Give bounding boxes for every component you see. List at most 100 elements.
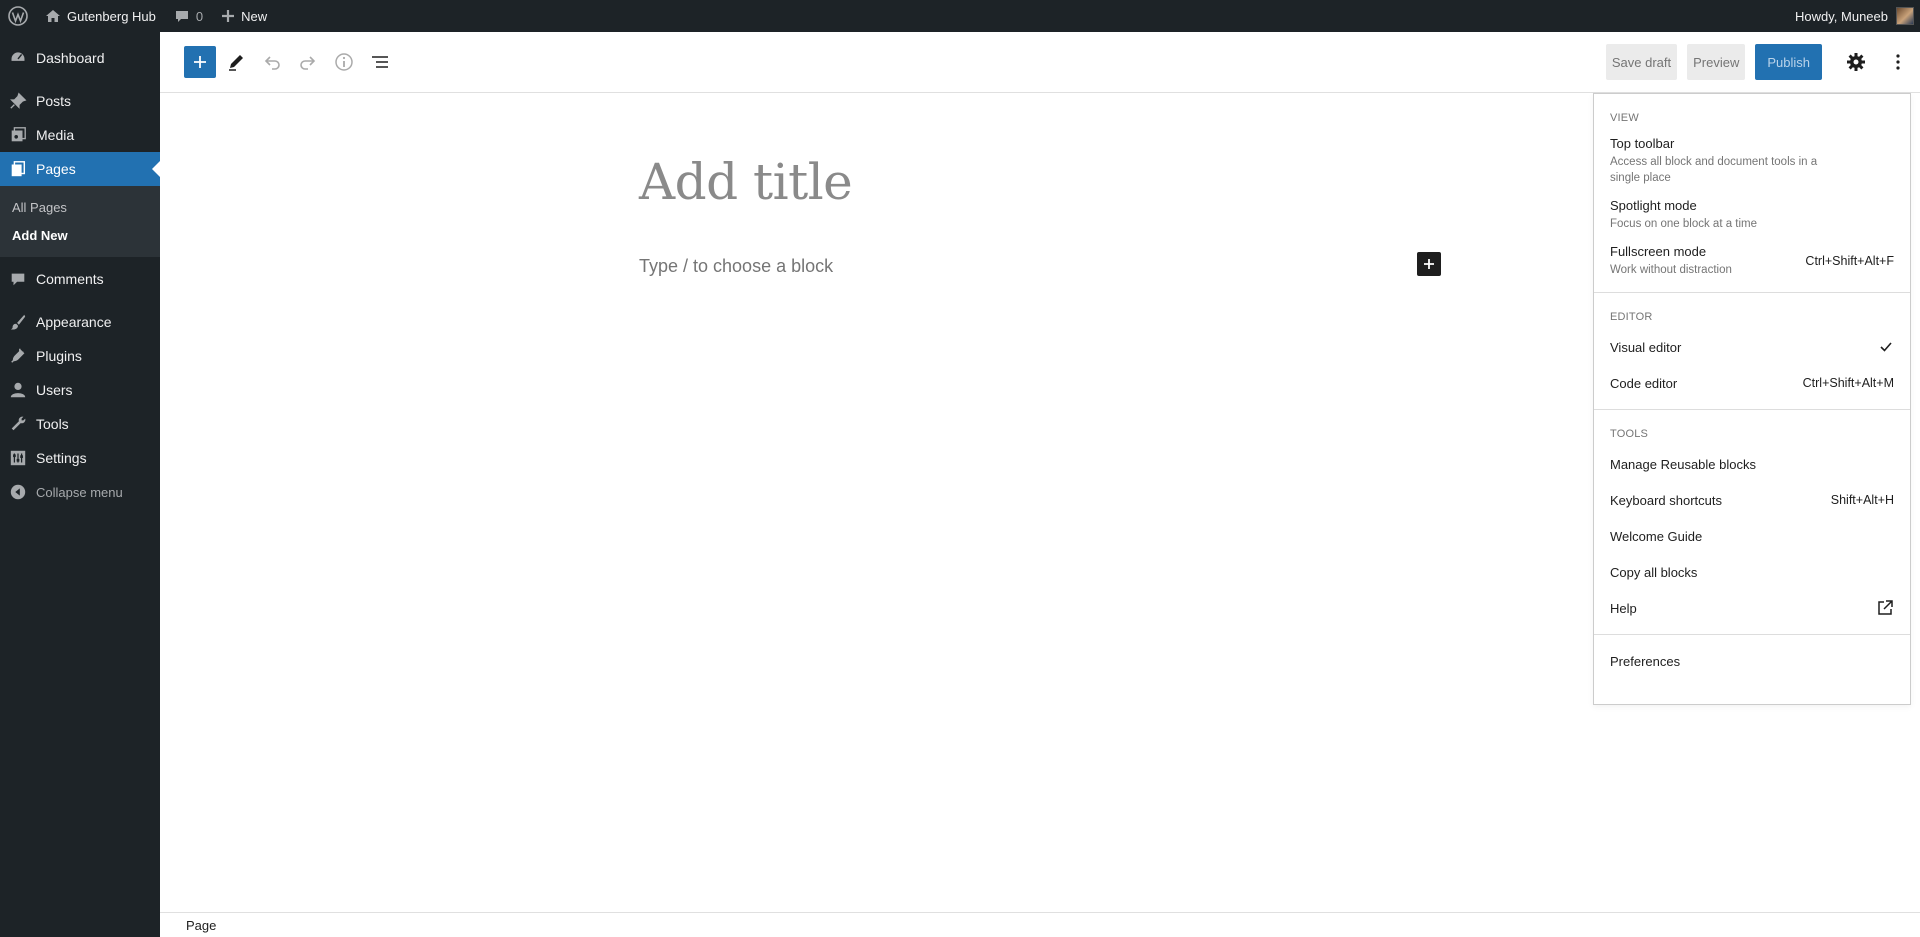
menu-item-preferences[interactable]: Preferences <box>1594 643 1910 679</box>
admin-bar: Gutenberg Hub 0 New Howdy, Muneeb <box>0 0 1920 32</box>
admin-sidebar: Dashboard Posts Media Pages All Pages Ad… <box>0 32 160 937</box>
menu-item-label: Spotlight mode <box>1610 198 1697 213</box>
collapse-menu-button[interactable]: Collapse menu <box>0 475 160 509</box>
menu-item-welcome-guide[interactable]: Welcome Guide <box>1594 518 1910 554</box>
menu-item-help[interactable]: Help <box>1594 590 1910 626</box>
wrench-icon <box>0 415 36 433</box>
menu-item-spotlight-mode[interactable]: Spotlight mode Focus on one block at a t… <box>1594 192 1910 238</box>
inline-block-inserter-button[interactable] <box>1417 252 1441 276</box>
dashboard-icon <box>0 49 36 67</box>
tools-group: Tools Manage Reusable blocks Keyboard sh… <box>1594 410 1910 635</box>
menu-item-copy-all-blocks[interactable]: Copy all blocks <box>1594 554 1910 590</box>
undo-icon <box>264 56 280 70</box>
avatar[interactable] <box>1896 7 1914 25</box>
options-menu-button[interactable] <box>1884 44 1912 80</box>
list-view-button[interactable] <box>362 44 398 80</box>
site-name: Gutenberg Hub <box>67 8 156 24</box>
sidebar-item-label: Appearance <box>36 314 112 330</box>
plus-icon <box>1424 259 1434 269</box>
redo-icon <box>300 56 316 70</box>
collapse-menu-label: Collapse menu <box>36 484 123 500</box>
sidebar-item-settings[interactable]: Settings <box>0 441 160 475</box>
settings-toggle-button[interactable] <box>1838 44 1874 80</box>
preview-button[interactable]: Preview <box>1687 44 1746 80</box>
publish-button[interactable]: Publish <box>1755 44 1822 80</box>
menu-item-shortcut: Ctrl+Shift+Alt+F <box>1805 254 1894 268</box>
default-block-appender[interactable]: Type / to choose a block <box>639 256 833 277</box>
site-name-link[interactable]: Gutenberg Hub <box>36 0 165 32</box>
sidebar-item-appearance[interactable]: Appearance <box>0 305 160 339</box>
sidebar-item-label: Dashboard <box>36 50 105 66</box>
sidebar-item-plugins[interactable]: Plugins <box>0 339 160 373</box>
menu-item-help: Work without distraction <box>1610 264 1732 276</box>
menu-item-shortcut: Ctrl+Shift+Alt+M <box>1802 376 1894 390</box>
view-group-label: View <box>1610 112 1639 124</box>
sidebar-item-label: Comments <box>36 271 104 287</box>
undo-button[interactable] <box>254 44 290 80</box>
sidebar-item-label: Tools <box>36 416 69 432</box>
menu-item-label: Copy all blocks <box>1610 564 1698 580</box>
save-draft-button[interactable]: Save draft <box>1605 44 1678 80</box>
preferences-group: Preferences <box>1594 635 1910 687</box>
wordpress-logo-icon <box>8 6 28 26</box>
sidebar-item-tools[interactable]: Tools <box>0 407 160 441</box>
sidebar-item-pages[interactable]: Pages <box>0 152 160 186</box>
menu-item-top-toolbar[interactable]: Top toolbar Access all block and documen… <box>1594 130 1910 192</box>
sidebar-item-users[interactable]: Users <box>0 373 160 407</box>
list-view-icon <box>372 56 388 68</box>
submenu-all-pages[interactable]: All Pages <box>0 193 160 221</box>
brush-icon <box>0 313 36 331</box>
home-icon <box>46 10 60 22</box>
menu-item-code-editor[interactable]: Code editor Ctrl+Shift+Alt+M <box>1594 365 1910 401</box>
menu-item-help: Focus on one block at a time <box>1610 218 1758 230</box>
media-icon <box>0 126 36 144</box>
new-content-link[interactable]: New <box>212 0 276 32</box>
block-breadcrumb[interactable]: Page <box>186 918 216 933</box>
redo-button[interactable] <box>290 44 326 80</box>
user-icon <box>0 381 36 399</box>
sidebar-item-posts[interactable]: Posts <box>0 84 160 118</box>
wordpress-logo-button[interactable] <box>0 0 36 32</box>
menu-item-label: Fullscreen mode <box>1610 244 1707 259</box>
pin-icon <box>0 92 36 110</box>
menu-item-visual-editor[interactable]: Visual editor <box>1594 329 1910 365</box>
plus-icon <box>222 10 235 22</box>
collapse-arrow-icon <box>0 483 36 501</box>
plug-icon <box>0 347 36 365</box>
comments-count: 0 <box>195 8 204 24</box>
post-title-input[interactable]: Add title <box>639 153 853 211</box>
menu-item-fullscreen-mode[interactable]: Fullscreen mode Work without distraction… <box>1594 238 1910 284</box>
sidebar-item-comments[interactable]: Comments <box>0 262 160 296</box>
plus-icon <box>194 56 206 68</box>
comment-icon <box>0 270 36 288</box>
block-inserter-toggle[interactable] <box>184 46 216 78</box>
menu-item-label: Manage Reusable blocks <box>1610 456 1756 472</box>
editor-group-label: Editor <box>1610 311 1653 323</box>
tools-group-label: Tools <box>1610 428 1649 440</box>
more-vertical-icon <box>1896 54 1900 70</box>
pencil-icon <box>229 55 243 71</box>
howdy-user-link[interactable]: Howdy, Muneeb <box>1795 9 1888 24</box>
sidebar-item-dashboard[interactable]: Dashboard <box>0 41 160 75</box>
menu-item-label: Visual editor <box>1610 339 1682 355</box>
pages-icon <box>0 160 36 178</box>
menu-item-keyboard-shortcuts[interactable]: Keyboard shortcuts Shift+Alt+H <box>1594 482 1910 518</box>
sidebar-item-media[interactable]: Media <box>0 118 160 152</box>
menu-item-shortcut: Shift+Alt+H <box>1830 493 1894 507</box>
sidebar-item-label: Posts <box>36 93 72 109</box>
info-icon <box>335 53 353 71</box>
sidebar-item-label: Settings <box>36 450 87 466</box>
menu-item-manage-reusable-blocks[interactable]: Manage Reusable blocks <box>1594 446 1910 482</box>
comments-link[interactable]: 0 <box>165 0 212 32</box>
editor-group: Editor Visual editor Code editor Ctrl+Sh… <box>1594 293 1910 410</box>
menu-item-label: Code editor <box>1610 375 1678 391</box>
new-label: New <box>241 8 268 24</box>
sidebar-item-label: Pages <box>36 161 76 177</box>
details-button[interactable] <box>326 44 362 80</box>
editor-footer: Page <box>160 912 1920 937</box>
submenu-add-new[interactable]: Add New <box>0 221 160 249</box>
tools-edit-button[interactable] <box>218 44 254 80</box>
checkmark-icon <box>1880 342 1892 352</box>
settings-icon <box>0 449 36 467</box>
editor-header: Save draft Preview Publish <box>160 32 1920 93</box>
